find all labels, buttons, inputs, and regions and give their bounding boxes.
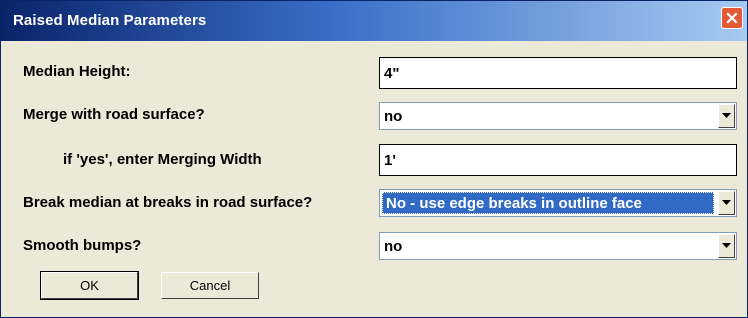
merge-select[interactable]: no [379, 102, 737, 130]
break-median-dropdown-button[interactable] [718, 191, 735, 215]
merge-label: Merge with road surface? [23, 106, 205, 123]
median-height-value: 4" [384, 64, 400, 82]
close-icon [726, 12, 738, 24]
chevron-down-icon [722, 200, 731, 205]
merge-dropdown-button[interactable] [718, 104, 735, 128]
break-median-value: No - use edge breaks in outline face [382, 192, 714, 214]
merging-width-label: if 'yes', enter Merging Width [63, 151, 262, 168]
ok-button[interactable]: OK [40, 271, 139, 300]
median-height-input[interactable]: 4" [379, 57, 737, 89]
title-bar[interactable]: Raised Median Parameters [1, 1, 747, 41]
merging-width-value: 1' [384, 151, 396, 169]
smooth-bumps-value: no [384, 237, 403, 255]
break-median-select[interactable]: No - use edge breaks in outline face [379, 189, 737, 217]
merge-value: no [384, 107, 403, 125]
dialog-window: Raised Median Parameters Median Height: … [0, 0, 748, 318]
chevron-down-icon [722, 243, 731, 248]
chevron-down-icon [722, 113, 731, 118]
break-median-label: Break median at breaks in road surface? [23, 194, 313, 211]
cancel-button[interactable]: Cancel [161, 272, 259, 299]
merging-width-input[interactable]: 1' [379, 144, 737, 176]
smooth-bumps-dropdown-button[interactable] [718, 234, 735, 258]
close-button[interactable] [721, 7, 743, 29]
median-height-label: Median Height: [23, 63, 131, 80]
dialog-title: Raised Median Parameters [13, 12, 207, 29]
smooth-bumps-select[interactable]: no [379, 232, 737, 260]
smooth-bumps-label: Smooth bumps? [23, 237, 142, 254]
